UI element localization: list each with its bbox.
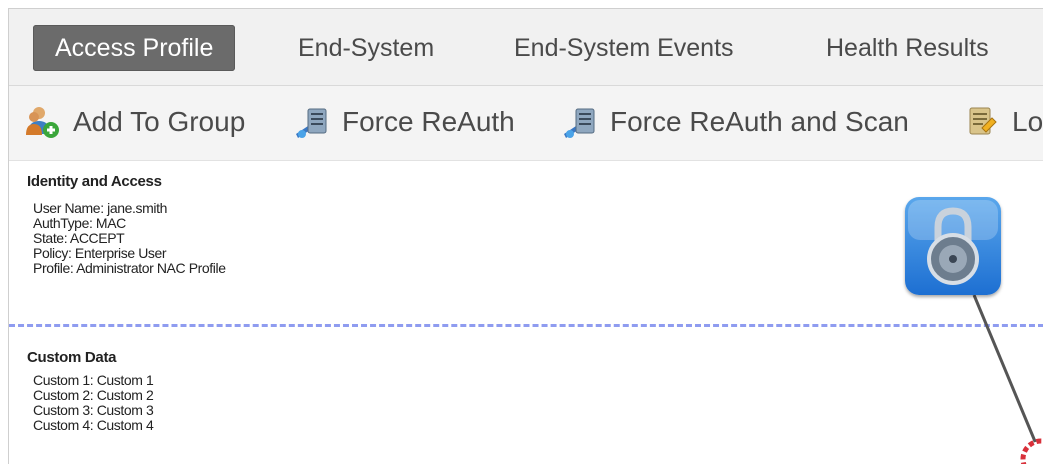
padlock-icon[interactable] [905, 197, 1001, 295]
add-to-group-label: Add To Group [73, 106, 246, 137]
log-button[interactable]: Lo [964, 104, 1043, 140]
tab-bar: Access Profile End-System End-System Eve… [9, 9, 1043, 86]
log-icon [964, 104, 1000, 140]
profile-details: Identity and Access User Name: jane.smit… [9, 161, 1043, 464]
tab-access-profile[interactable]: Access Profile [33, 25, 236, 71]
server-network-icon [562, 104, 598, 140]
log-label: Lo [1012, 106, 1043, 137]
server-network-icon [294, 104, 330, 140]
toolbar: Add To Group Force ReAuth Force ReAuth a… [9, 86, 1043, 161]
add-to-group-button[interactable]: Add To Group [25, 104, 245, 140]
tab-health-results[interactable]: Health Results [826, 25, 989, 71]
force-reauth-label: Force ReAuth [342, 106, 515, 137]
connection-line [972, 294, 1041, 452]
force-reauth-button[interactable]: Force ReAuth [294, 104, 515, 140]
users-add-icon [25, 104, 61, 140]
network-node-icon[interactable] [1019, 437, 1043, 464]
access-profile-panel: Access Profile End-System End-System Eve… [8, 8, 1043, 464]
force-reauth-and-scan-label: Force ReAuth and Scan [610, 106, 909, 137]
tab-end-system[interactable]: End-System [298, 25, 434, 71]
tab-end-system-events[interactable]: End-System Events [514, 25, 734, 71]
force-reauth-and-scan-button[interactable]: Force ReAuth and Scan [562, 104, 909, 140]
